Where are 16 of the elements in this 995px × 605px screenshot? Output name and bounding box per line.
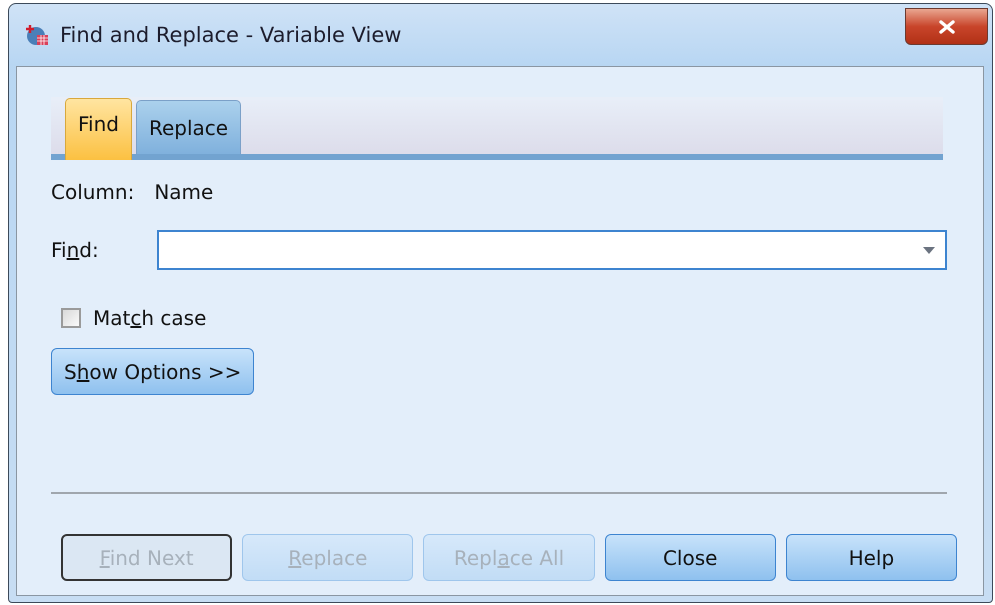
- window-title: Find and Replace - Variable View: [60, 23, 402, 47]
- close-icon: [938, 20, 956, 34]
- checkbox[interactable]: [61, 308, 81, 328]
- close-button[interactable]: [905, 8, 988, 45]
- table-icon: [26, 23, 50, 47]
- find-field[interactable]: [157, 230, 947, 270]
- column-value: Name: [154, 180, 214, 204]
- show-options-button[interactable]: Show Options >>: [51, 348, 254, 395]
- dialog-button[interactable]: Help: [786, 534, 957, 581]
- tab[interactable]: Find: [65, 98, 132, 160]
- dialog-button[interactable]: Close: [604, 534, 776, 581]
- tab[interactable]: Replace: [136, 100, 242, 154]
- dropdown-arrow-icon: [923, 246, 935, 254]
- checkbox-label: Match case: [93, 306, 206, 330]
- column-label: Column:: [51, 180, 134, 204]
- find-label: Find:: [51, 238, 100, 262]
